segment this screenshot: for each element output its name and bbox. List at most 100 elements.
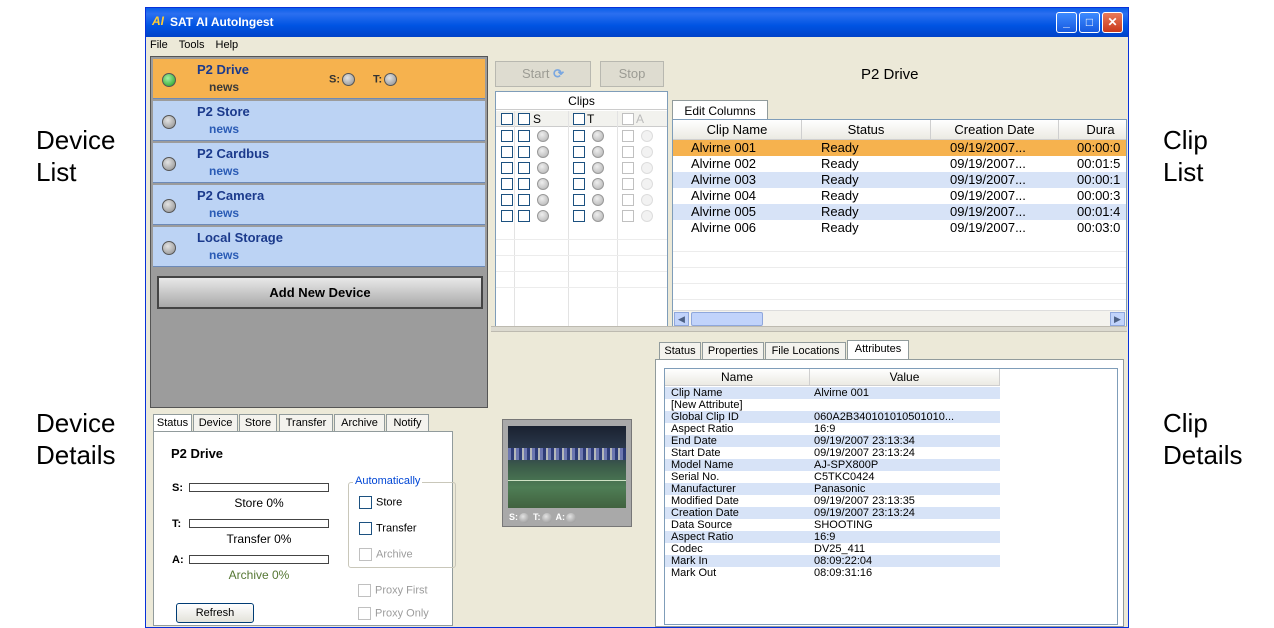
clip-store-checkbox[interactable]	[518, 178, 530, 190]
tab-store[interactable]: Store	[239, 414, 277, 432]
panel-splitter[interactable]	[491, 326, 1127, 332]
clip-archive-led-icon[interactable]	[641, 194, 653, 206]
attribute-row[interactable]: End Date 09/19/2007 23:13:34	[665, 435, 1000, 447]
clip-store-checkbox[interactable]	[518, 194, 530, 206]
attribute-row[interactable]: Mark Out 08:09:31:16	[665, 567, 1000, 579]
auto-store-checkbox[interactable]: Store	[359, 496, 402, 509]
clip-select-checkbox[interactable]	[501, 210, 513, 222]
menu-tools[interactable]: Tools	[175, 37, 209, 53]
proxy-first-checkbox[interactable]: Proxy First	[358, 584, 428, 597]
clip-row[interactable]: Alvirne 002 Ready 09/19/2007... 00:01:5	[673, 156, 1126, 172]
clip-store-led-icon[interactable]	[537, 146, 549, 158]
scroll-thumb[interactable]	[691, 312, 763, 326]
tab-archive[interactable]: Archive	[334, 414, 385, 432]
tab-transfer[interactable]: Transfer	[279, 414, 333, 432]
col-name[interactable]: Name	[665, 369, 810, 386]
attribute-row[interactable]: Manufacturer Panasonic	[665, 483, 1000, 495]
auto-transfer-checkbox[interactable]: Transfer	[359, 522, 417, 535]
device-item-p2-store[interactable]: P2 Store news	[153, 101, 485, 141]
clip-store-led-icon[interactable]	[537, 194, 549, 206]
attribute-row[interactable]: Aspect Ratio 16:9	[665, 423, 1000, 435]
device-item-p2-cardbus[interactable]: P2 Cardbus news	[153, 143, 485, 183]
attribute-row[interactable]: Global Clip ID 060A2B340101010501010...	[665, 411, 1000, 423]
attribute-row[interactable]: Model Name AJ-SPX800P	[665, 459, 1000, 471]
attribute-row[interactable]: Codec DV25_411	[665, 543, 1000, 555]
clip-store-led-icon[interactable]	[537, 210, 549, 222]
clip-select-checkbox[interactable]	[501, 146, 513, 158]
clip-transfer-led-icon[interactable]	[592, 130, 604, 142]
col-value[interactable]: Value	[810, 369, 1000, 386]
clip-store-led-icon[interactable]	[537, 162, 549, 174]
clip-row[interactable]: Alvirne 003 Ready 09/19/2007... 00:00:1	[673, 172, 1126, 188]
clip-archive-checkbox[interactable]	[622, 162, 634, 174]
clip-transfer-checkbox[interactable]	[573, 162, 585, 174]
clip-store-checkbox[interactable]	[518, 162, 530, 174]
clip-archive-led-icon[interactable]	[641, 130, 653, 142]
title-bar[interactable]: AI SAT AI AutoIngest _ □ ✕	[146, 8, 1128, 37]
clip-transfer-checkbox[interactable]	[573, 194, 585, 206]
tab-attributes[interactable]: Attributes	[847, 340, 909, 360]
attribute-row[interactable]: Data Source SHOOTING	[665, 519, 1000, 531]
menu-file[interactable]: File	[146, 37, 172, 53]
device-item-local-storage[interactable]: Local Storage news	[153, 227, 485, 267]
store-all-checkbox[interactable]	[518, 113, 530, 125]
clip-select-checkbox[interactable]	[501, 162, 513, 174]
attribute-row[interactable]: Serial No. C5TKC0424	[665, 471, 1000, 483]
menu-help[interactable]: Help	[212, 37, 243, 53]
device-item-p2-drive[interactable]: P2 Drive news S: T:	[153, 59, 485, 99]
col-clip-name[interactable]: Clip Name	[673, 120, 802, 140]
tab-notify[interactable]: Notify	[386, 414, 429, 432]
clip-transfer-led-icon[interactable]	[592, 210, 604, 222]
clip-archive-checkbox[interactable]	[622, 178, 634, 190]
attribute-row[interactable]: Clip Name Alvirne 001	[665, 387, 1000, 399]
clip-archive-checkbox[interactable]	[622, 146, 634, 158]
maximize-button[interactable]: □	[1079, 12, 1100, 33]
clip-store-led-icon[interactable]	[537, 130, 549, 142]
col-creation-date[interactable]: Creation Date	[931, 120, 1059, 140]
clip-select-checkbox[interactable]	[501, 178, 513, 190]
clip-archive-checkbox[interactable]	[622, 210, 634, 222]
clip-archive-checkbox[interactable]	[622, 130, 634, 142]
clip-row[interactable]: Alvirne 004 Ready 09/19/2007... 00:00:3	[673, 188, 1126, 204]
clip-select-checkbox[interactable]	[501, 194, 513, 206]
start-button[interactable]: Start ⟳	[495, 61, 591, 87]
clip-store-checkbox[interactable]	[518, 130, 530, 142]
clip-archive-led-icon[interactable]	[641, 162, 653, 174]
clip-transfer-checkbox[interactable]	[573, 146, 585, 158]
tab-file-locations[interactable]: File Locations	[765, 342, 846, 360]
attribute-row[interactable]: Mark In 08:09:22:04	[665, 555, 1000, 567]
refresh-button[interactable]: Refresh	[176, 603, 254, 623]
clip-store-checkbox[interactable]	[518, 210, 530, 222]
col-status[interactable]: Status	[802, 120, 931, 140]
attribute-row[interactable]: Aspect Ratio 16:9	[665, 531, 1000, 543]
auto-archive-checkbox[interactable]: Archive	[359, 548, 413, 561]
scroll-left-icon[interactable]: ◀	[674, 312, 689, 326]
clip-transfer-checkbox[interactable]	[573, 178, 585, 190]
add-new-device-button[interactable]: Add New Device	[157, 276, 483, 309]
clip-archive-led-icon[interactable]	[641, 146, 653, 158]
attribute-row[interactable]: Start Date 09/19/2007 23:13:24	[665, 447, 1000, 459]
scroll-right-icon[interactable]: ▶	[1110, 312, 1125, 326]
clip-transfer-led-icon[interactable]	[592, 146, 604, 158]
clip-store-led-icon[interactable]	[537, 178, 549, 190]
attribute-row[interactable]: [New Attribute]	[665, 399, 1000, 411]
tab-device[interactable]: Device	[193, 414, 238, 432]
select-all-checkbox[interactable]	[501, 113, 513, 125]
clip-select-checkbox[interactable]	[501, 130, 513, 142]
clip-store-checkbox[interactable]	[518, 146, 530, 158]
clip-row[interactable]: Alvirne 005 Ready 09/19/2007... 00:01:4	[673, 204, 1126, 220]
device-item-p2-camera[interactable]: P2 Camera news	[153, 185, 485, 225]
clip-transfer-led-icon[interactable]	[592, 162, 604, 174]
clip-archive-checkbox[interactable]	[622, 194, 634, 206]
minimize-button[interactable]: _	[1056, 12, 1077, 33]
stop-button[interactable]: Stop	[600, 61, 664, 87]
proxy-only-checkbox[interactable]: Proxy Only	[358, 607, 429, 620]
tab-properties[interactable]: Properties	[702, 342, 764, 360]
archive-all-checkbox[interactable]	[622, 113, 634, 125]
clip-row[interactable]: Alvirne 001 Ready 09/19/2007... 00:00:0	[673, 140, 1126, 156]
attribute-row[interactable]: Creation Date 09/19/2007 23:13:24	[665, 507, 1000, 519]
close-button[interactable]: ✕	[1102, 12, 1123, 33]
clip-row[interactable]: Alvirne 006 Ready 09/19/2007... 00:03:0	[673, 220, 1126, 236]
clip-grid-scrollbar[interactable]: ◀ ▶	[673, 310, 1126, 326]
attribute-row[interactable]: Modified Date 09/19/2007 23:13:35	[665, 495, 1000, 507]
